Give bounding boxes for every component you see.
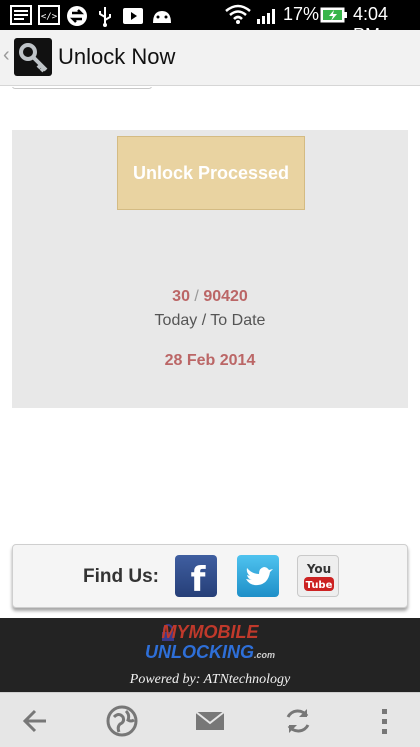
footer-banner: MYMOBILE UNLOCKING.com Powered by: ATNte… xyxy=(0,618,420,692)
svg-text:You: You xyxy=(306,562,331,576)
youtube-icon: You Tube xyxy=(304,562,334,591)
svg-text:Tube: Tube xyxy=(306,580,333,591)
find-us-bar: Find Us: f You Tube xyxy=(12,544,408,608)
action-bar: ‹ Unlock Now xyxy=(0,30,420,86)
battery-percent: 17% xyxy=(283,4,320,24)
partial-input-field[interactable] xyxy=(12,87,152,89)
globe-icon[interactable] xyxy=(104,703,140,739)
signal-icon xyxy=(257,9,275,24)
facebook-button[interactable]: f xyxy=(175,555,217,600)
today-count: 30 xyxy=(172,288,190,305)
sync-app-icon xyxy=(67,6,87,26)
logo-text-bottom-main: UNLOCKING xyxy=(144,642,254,662)
count-separator: / xyxy=(194,288,199,305)
mail-icon[interactable] xyxy=(192,703,228,739)
main-content: Unlock Processed 30 / 90420 Today / To D… xyxy=(0,87,420,618)
wifi-icon xyxy=(225,4,251,24)
find-us-label: Find Us: xyxy=(83,566,159,587)
android-icon xyxy=(153,11,171,23)
refresh-icon[interactable] xyxy=(280,703,316,739)
page-title: Unlock Now xyxy=(58,44,176,69)
svg-text:</>: </> xyxy=(41,12,58,22)
to-date-count: 90420 xyxy=(203,288,248,305)
play-store-icon xyxy=(123,8,143,24)
twitter-bird-icon xyxy=(246,567,273,586)
twitter-button[interactable] xyxy=(237,555,279,597)
youtube-button[interactable]: You Tube xyxy=(297,555,339,597)
unlock-counts: 30 / 90420 xyxy=(12,288,408,306)
count-caption: Today / To Date xyxy=(154,312,266,329)
menu-dots-icon[interactable] xyxy=(366,703,402,739)
logo-suffix: .com xyxy=(253,650,275,660)
key-icon xyxy=(19,43,48,73)
unlock-panel: Unlock Processed 30 / 90420 Today / To D… xyxy=(12,130,408,408)
facebook-icon: f xyxy=(191,560,207,600)
svg-text:f: f xyxy=(191,560,207,597)
key-app-icon[interactable] xyxy=(14,38,52,76)
battery-icon xyxy=(320,7,347,23)
code-icon: </> xyxy=(38,5,60,25)
unlock-date: 28 Feb 2014 xyxy=(164,352,256,369)
gallery-icon xyxy=(10,5,32,25)
logo-text-bottom: UNLOCKING.com xyxy=(0,642,420,663)
unlock-processed-button[interactable]: Unlock Processed xyxy=(117,136,305,210)
status-bar: </> 17% 4:04 PM xyxy=(0,0,420,45)
back-arrow-icon[interactable] xyxy=(18,703,54,739)
usb-icon xyxy=(99,7,111,27)
powered-by-text: Powered by: ATNtechnology xyxy=(129,672,291,687)
up-caret-icon[interactable]: ‹ xyxy=(3,44,10,67)
logo-text-top: MYMOBILE xyxy=(161,622,259,642)
browser-nav-bar xyxy=(0,692,420,747)
